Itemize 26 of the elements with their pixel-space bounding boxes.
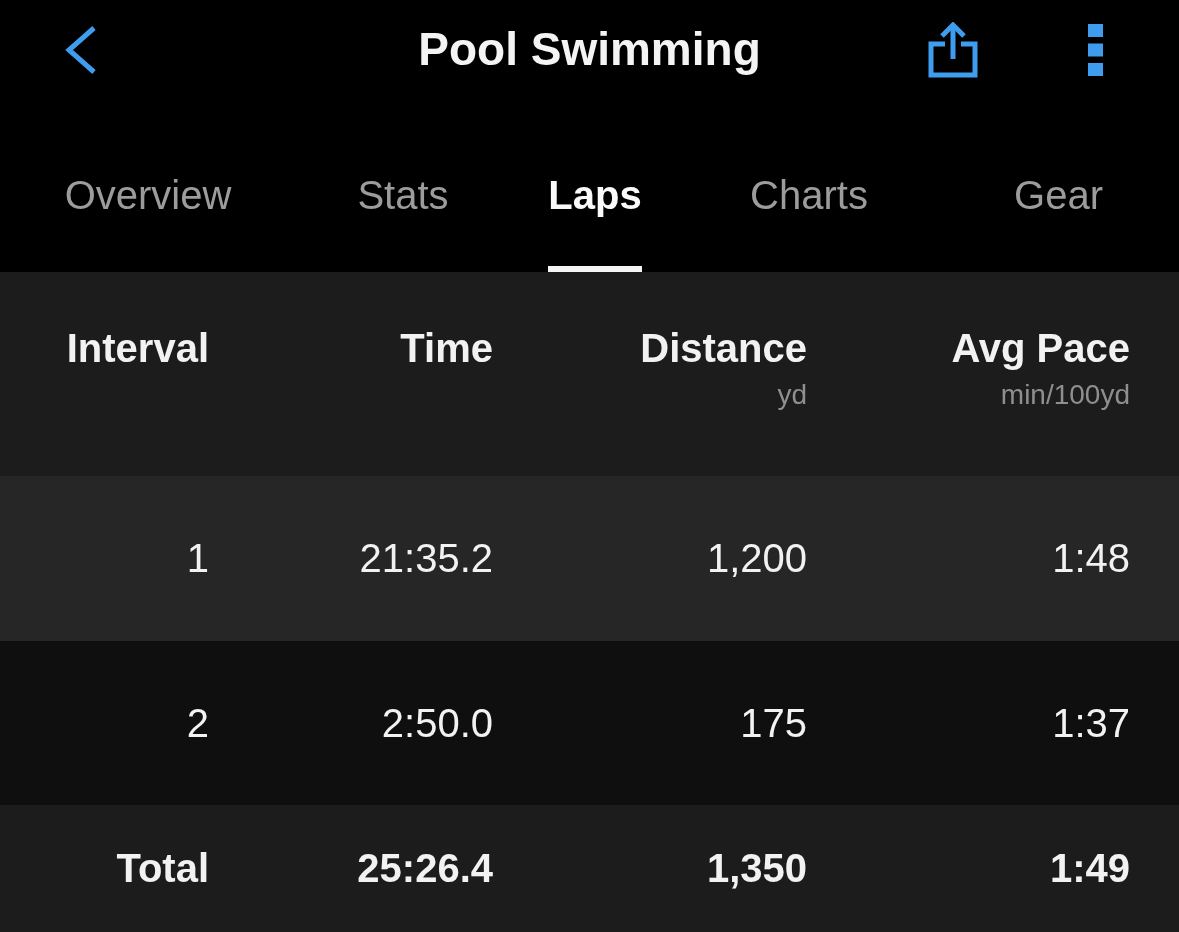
column-unit: min/100yd <box>1000 378 1130 412</box>
tab[interactable]: Stats <box>357 171 449 272</box>
column-header: Avg Pace <box>951 325 1130 372</box>
table-cell-text: 1:48 <box>1052 535 1130 583</box>
column-header: Distance <box>640 325 807 372</box>
table-cell-text: 2 <box>186 699 209 747</box>
table-cell-text: 1,200 <box>706 535 807 583</box>
table-cell-text: 2:50.0 <box>381 699 493 747</box>
tab[interactable]: Gear <box>1014 171 1103 272</box>
total-cell-text: 1,350 <box>706 844 807 892</box>
tab[interactable]: Charts <box>750 171 868 272</box>
table-cell-text: 1:37 <box>1052 699 1130 747</box>
total-cell-text: 25:26.4 <box>357 844 493 892</box>
total-cell-text: 1:49 <box>1049 844 1130 892</box>
column-unit: yd <box>777 378 807 412</box>
table-cell-text: 175 <box>740 699 807 747</box>
table-cell-text: 1 <box>186 535 209 583</box>
more-options-icon[interactable] <box>1088 24 1103 76</box>
tab[interactable]: Overview <box>64 171 232 272</box>
back-icon[interactable] <box>64 25 98 75</box>
screen-title: Pool Swimming <box>418 22 761 77</box>
share-icon[interactable] <box>928 22 978 78</box>
table-cell-text: 21:35.2 <box>359 535 493 583</box>
column-header: Time <box>400 325 493 372</box>
total-cell-text: Total <box>116 844 209 892</box>
column-header: Interval <box>66 325 209 372</box>
